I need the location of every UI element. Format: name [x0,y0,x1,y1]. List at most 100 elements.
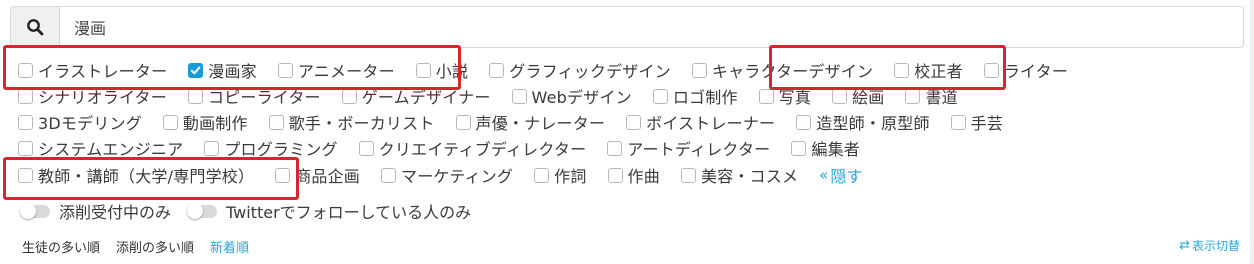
category-checkbox-item[interactable]: 美容・コスメ [680,163,798,187]
scrollbar[interactable] [1250,0,1254,264]
category-checkbox-item[interactable]: 作曲 [607,163,660,187]
checkbox[interactable] [607,140,623,156]
category-label: 編集者 [811,140,860,159]
checkbox[interactable] [381,167,397,183]
checkbox[interactable] [358,140,374,156]
swap-arrows-icon: ⇄ [1179,237,1190,253]
category-checkbox-item[interactable]: クリエイティブディレクター [358,136,587,160]
toggle-knob [187,202,204,219]
checkbox[interactable] [607,167,623,183]
hide-label: 隠す [830,167,863,186]
search-bar [10,6,1244,48]
category-label: 造型師・原型師 [816,114,930,133]
category-checkbox-item[interactable]: システムエンジニア [18,136,183,160]
search-input[interactable] [60,7,1243,47]
category-label: 声優・ナレーター [475,114,606,133]
category-checkbox-item[interactable]: ライター [983,58,1068,82]
toggle-correction-only[interactable]: 添削受付中のみ [20,199,171,223]
category-label: アートディレクター [627,140,771,159]
toggle-switch[interactable] [20,202,50,219]
checkbox[interactable] [455,114,471,130]
checkbox[interactable] [511,88,527,104]
sort-most-corrections[interactable]: 添削の多い順 [116,237,194,256]
category-checkbox-item[interactable]: 手芸 [950,110,1003,134]
checkbox[interactable] [277,62,293,78]
toggle-switch[interactable] [187,202,218,219]
category-label: 3Dモデリング [38,114,142,133]
category-checkbox-item[interactable]: 造型師・原型師 [796,110,929,134]
category-label: マーケティング [401,167,514,186]
toggle-twitter-following-only[interactable]: Twitterでフォローしている人のみ [187,199,471,223]
checkbox[interactable] [894,62,910,78]
checkbox[interactable] [204,140,220,156]
checkbox[interactable] [18,140,33,156]
view-toggle-label: 表示切替 [1191,238,1240,253]
category-checkbox-item[interactable]: 3Dモデリング [18,110,142,134]
category-checkbox-item[interactable]: プログラミング [204,136,338,160]
category-checkbox-item[interactable]: 漫画家 [188,58,257,82]
checkbox[interactable] [275,167,291,183]
category-label: イラストレーター [38,62,168,81]
checkbox[interactable] [534,167,550,183]
category-checkbox-item[interactable]: 商品企画 [275,163,360,187]
checkbox[interactable] [983,62,999,78]
checkbox[interactable] [187,88,203,104]
checkbox[interactable] [415,62,431,78]
category-checkbox-item[interactable]: 歌手・ボーカリスト [268,110,435,134]
sort-most-students[interactable]: 生徒の多い順 [22,237,100,256]
checkbox[interactable] [489,62,505,78]
category-row-1: イラストレーター 漫画家 アニメーター 小説 グラフィックデザイン キャラクターデザイン 校… [18,57,1068,83]
checkbox[interactable] [18,114,33,130]
category-checkbox-item[interactable]: 声優・ナレーター [455,110,606,134]
checkbox[interactable] [18,88,33,104]
checkbox[interactable] [832,88,848,104]
checkbox[interactable] [268,114,284,130]
category-checkbox-item[interactable]: 書道 [905,84,958,108]
category-checkbox-item[interactable]: グラフィックデザイン [489,58,671,82]
hide-categories-link[interactable]: «隠す [819,163,862,187]
category-checkbox-item[interactable]: 編集者 [791,136,860,160]
category-checkbox-item[interactable]: ゲームデザイナー [341,84,491,108]
checkbox[interactable] [680,167,696,183]
category-checkbox-item[interactable]: キャラクターデザイン [691,58,873,82]
category-checkbox-item[interactable]: 作詞 [534,163,586,187]
search-button[interactable] [11,7,60,47]
category-label: 校正者 [914,62,963,81]
category-label: 漫画家 [208,62,257,81]
checkbox[interactable] [691,62,707,78]
checkbox[interactable] [905,88,921,104]
category-checkbox-item[interactable]: アニメーター [277,58,395,82]
category-checkbox-item[interactable]: マーケティング [381,163,513,187]
checkbox[interactable] [18,167,33,183]
checkbox[interactable] [758,88,774,104]
category-checkbox-item[interactable]: コピーライター [187,84,321,108]
category-checkbox-item[interactable]: ロゴ制作 [652,84,738,108]
checkbox[interactable] [626,114,642,130]
checkbox[interactable] [796,114,812,130]
category-checkbox-item[interactable]: 小説 [415,58,468,82]
category-checkbox-item[interactable]: イラストレーター [18,58,167,82]
toggle-knob [20,202,36,219]
checkbox[interactable] [652,88,668,104]
category-checkbox-item[interactable]: 絵画 [832,84,884,108]
category-label: 教師・講師（大学/専門学校） [38,167,255,186]
category-checkbox-item[interactable]: アートディレクター [607,136,770,160]
category-checkbox-item[interactable]: 写真 [758,84,811,108]
view-toggle-link[interactable]: ⇄ 表示切替 [1179,235,1240,255]
category-checkbox-item[interactable]: 動画制作 [162,110,248,134]
category-label: 書道 [925,88,958,107]
category-checkbox-item[interactable]: Webデザイン [511,84,632,108]
category-checkbox-item[interactable]: 校正者 [894,58,963,82]
category-label: 動画制作 [182,114,248,133]
checkbox[interactable] [162,114,178,130]
checkbox[interactable] [341,88,357,104]
category-checkbox-item[interactable]: ボイストレーナー [626,110,775,134]
category-checkbox-item[interactable]: 教師・講師（大学/専門学校） [18,163,254,187]
sort-newest[interactable]: 新着順 [210,237,249,256]
checkbox[interactable] [791,140,807,156]
category-label: アニメーター [297,62,395,81]
checkbox[interactable] [950,114,966,130]
checkbox[interactable] [188,62,204,78]
category-checkbox-item[interactable]: シナリオライター [18,84,167,108]
checkbox[interactable] [18,62,33,78]
